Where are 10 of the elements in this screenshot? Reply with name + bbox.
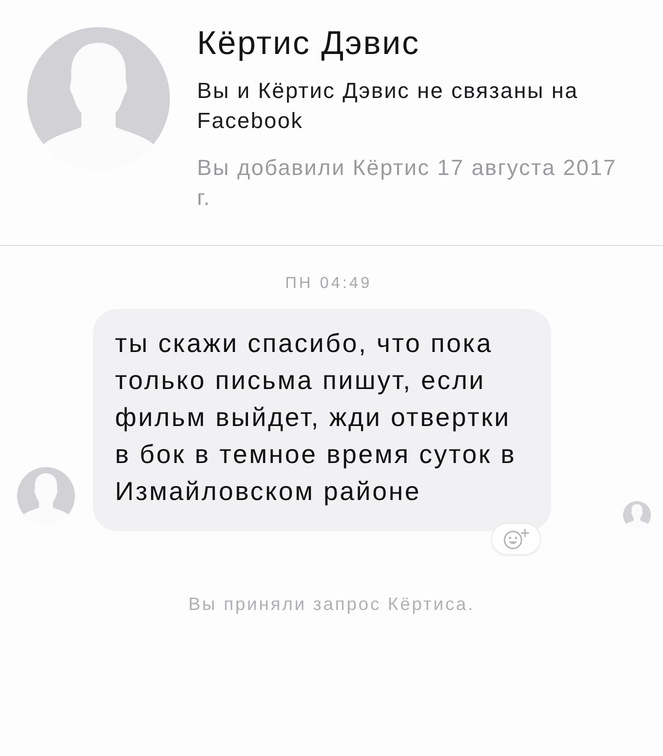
system-notice: Вы приняли запрос Кёртиса.: [188, 593, 475, 615]
added-note: Вы добавили Кёртис 17 августа 2017 г.: [197, 154, 618, 212]
sender-avatar-icon: [17, 467, 75, 525]
message-text: ты скажи спасибо, что пока только письма пишут, если фильм выйдет, жди отвертки в бок в темное время суток в Измайловском районе: [115, 327, 518, 508]
profile-avatar-icon: [27, 27, 170, 170]
reaction-button[interactable]: [491, 523, 541, 555]
contact-name: Кёртис Дэвис: [197, 23, 421, 63]
connection-note: Вы и Кёртис Дэвис не связаны на Facebook: [197, 77, 580, 135]
smiley-plus-icon: [502, 528, 530, 550]
message-timestamp: ПН 04:49: [285, 275, 372, 293]
